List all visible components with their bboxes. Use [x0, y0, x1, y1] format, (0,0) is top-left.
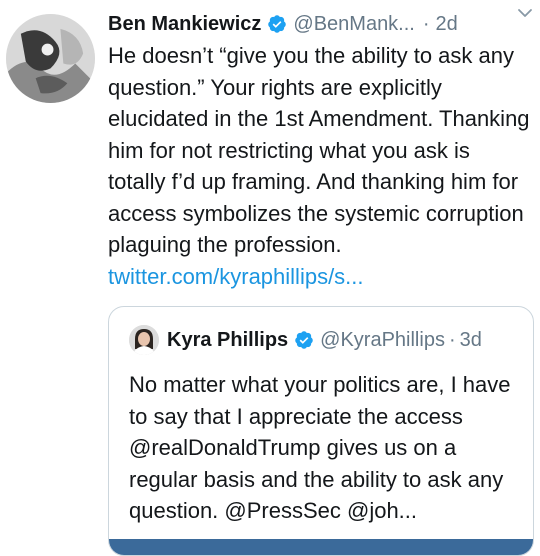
quoted-author-avatar[interactable] [129, 325, 159, 355]
quoted-author-avatar-image [129, 325, 159, 355]
quoted-tweet-card[interactable]: Kyra Phillips @KyraPhillips · 3d No matt… [108, 306, 534, 556]
quoted-tweet-header: Kyra Phillips @KyraPhillips · 3d [129, 323, 482, 357]
tweet-timestamp[interactable]: 2d [436, 13, 458, 36]
verified-badge-icon [295, 331, 313, 349]
quoted-author-name[interactable]: Kyra Phillips [167, 329, 288, 352]
tweet-header: Ben Mankiewicz @BenMank... · 2d [108, 10, 538, 38]
header-separator: · [422, 12, 430, 35]
author-name[interactable]: Ben Mankiewicz [108, 13, 261, 36]
author-avatar-image [6, 14, 95, 103]
quoted-media-preview[interactable] [109, 539, 533, 555]
author-avatar[interactable] [6, 14, 95, 103]
quoted-author-handle[interactable]: @KyraPhillips [320, 329, 445, 352]
verified-badge-icon [268, 15, 287, 33]
chevron-down-icon[interactable] [516, 4, 534, 22]
quoted-tweet-timestamp[interactable]: 3d [460, 329, 482, 352]
quoted-header-separator: · [448, 328, 456, 351]
author-handle[interactable]: @BenMank... [293, 13, 414, 36]
quoted-tweet-text: No matter what your politics are, I have… [129, 372, 511, 523]
tweet-link[interactable]: twitter.com/kyraphillips/s... [108, 264, 364, 289]
tweet-text: He doesn’t “give you the ability to ask … [108, 40, 533, 292]
tweet-body: He doesn’t “give you the ability to ask … [108, 43, 530, 257]
